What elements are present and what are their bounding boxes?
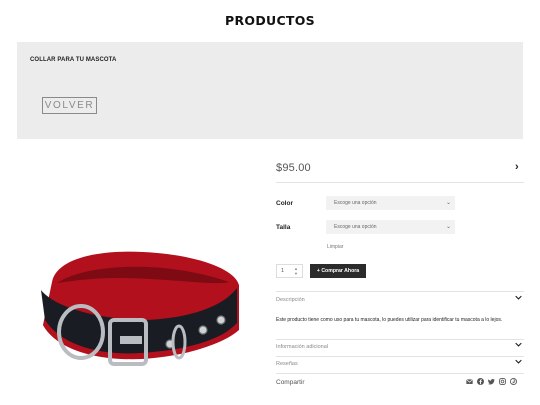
description-text: Este producto tiene como uso para tu mas… xyxy=(276,317,503,323)
chevron-down-icon: ⌄ xyxy=(445,200,451,206)
clear-link[interactable]: Limpiar xyxy=(327,244,343,250)
divider xyxy=(276,356,524,357)
breadcrumb: COLLAR PARA TU MASCOTA xyxy=(30,57,117,63)
instagram-icon[interactable] xyxy=(499,378,506,385)
size-select-value: Escoge una opción xyxy=(334,224,377,230)
divider xyxy=(276,291,524,292)
chevron-down-icon xyxy=(515,295,522,300)
divider xyxy=(276,373,524,374)
quantity-stepper[interactable]: 1 ▲ ▼ xyxy=(276,264,303,278)
divider xyxy=(276,339,524,340)
chevron-down-icon: ⌄ xyxy=(445,224,451,230)
twitter-icon[interactable] xyxy=(488,378,495,385)
buy-now-button[interactable]: + Comprar Ahora xyxy=(310,264,366,278)
collar-illustration xyxy=(41,251,239,366)
share-label: Compartir xyxy=(276,379,305,386)
size-select[interactable]: Escoge una opción ⌄ xyxy=(326,220,455,234)
size-label: Talla xyxy=(276,224,291,231)
color-select[interactable]: Escoge una opción ⌄ xyxy=(326,196,455,210)
back-button[interactable]: VOLVER xyxy=(42,97,97,114)
quantity-value: 1 xyxy=(281,268,285,274)
page-title: PRODUCTOS xyxy=(225,13,315,28)
email-icon[interactable] xyxy=(466,378,473,385)
product-image xyxy=(17,160,265,400)
pinterest-icon[interactable] xyxy=(510,378,517,385)
accordion-reviews-label: Reseñas xyxy=(276,361,298,367)
product-price: $95.00 xyxy=(276,162,311,174)
divider xyxy=(276,182,524,183)
accordion-description[interactable]: Descripción xyxy=(276,295,524,303)
social-share-icons xyxy=(466,378,517,385)
next-product-icon[interactable]: › xyxy=(515,161,519,173)
buy-now-label: Comprar Ahora xyxy=(321,268,360,274)
chevron-down-icon xyxy=(515,359,522,364)
accordion-reviews[interactable]: Reseñas xyxy=(276,359,524,367)
facebook-icon[interactable] xyxy=(477,378,484,385)
color-select-value: Escoge una opción xyxy=(334,200,377,206)
plus-icon: + xyxy=(316,268,320,274)
header-banner: COLLAR PARA TU MASCOTA VOLVER xyxy=(17,42,523,139)
accordion-additional-info[interactable]: Información adicional xyxy=(276,342,524,350)
accordion-info-label: Información adicional xyxy=(276,344,328,350)
accordion-description-label: Descripción xyxy=(276,297,305,303)
chevron-down-icon xyxy=(515,342,522,347)
stepper-arrows-icon[interactable]: ▲ ▼ xyxy=(294,266,298,276)
color-label: Color xyxy=(276,200,293,207)
